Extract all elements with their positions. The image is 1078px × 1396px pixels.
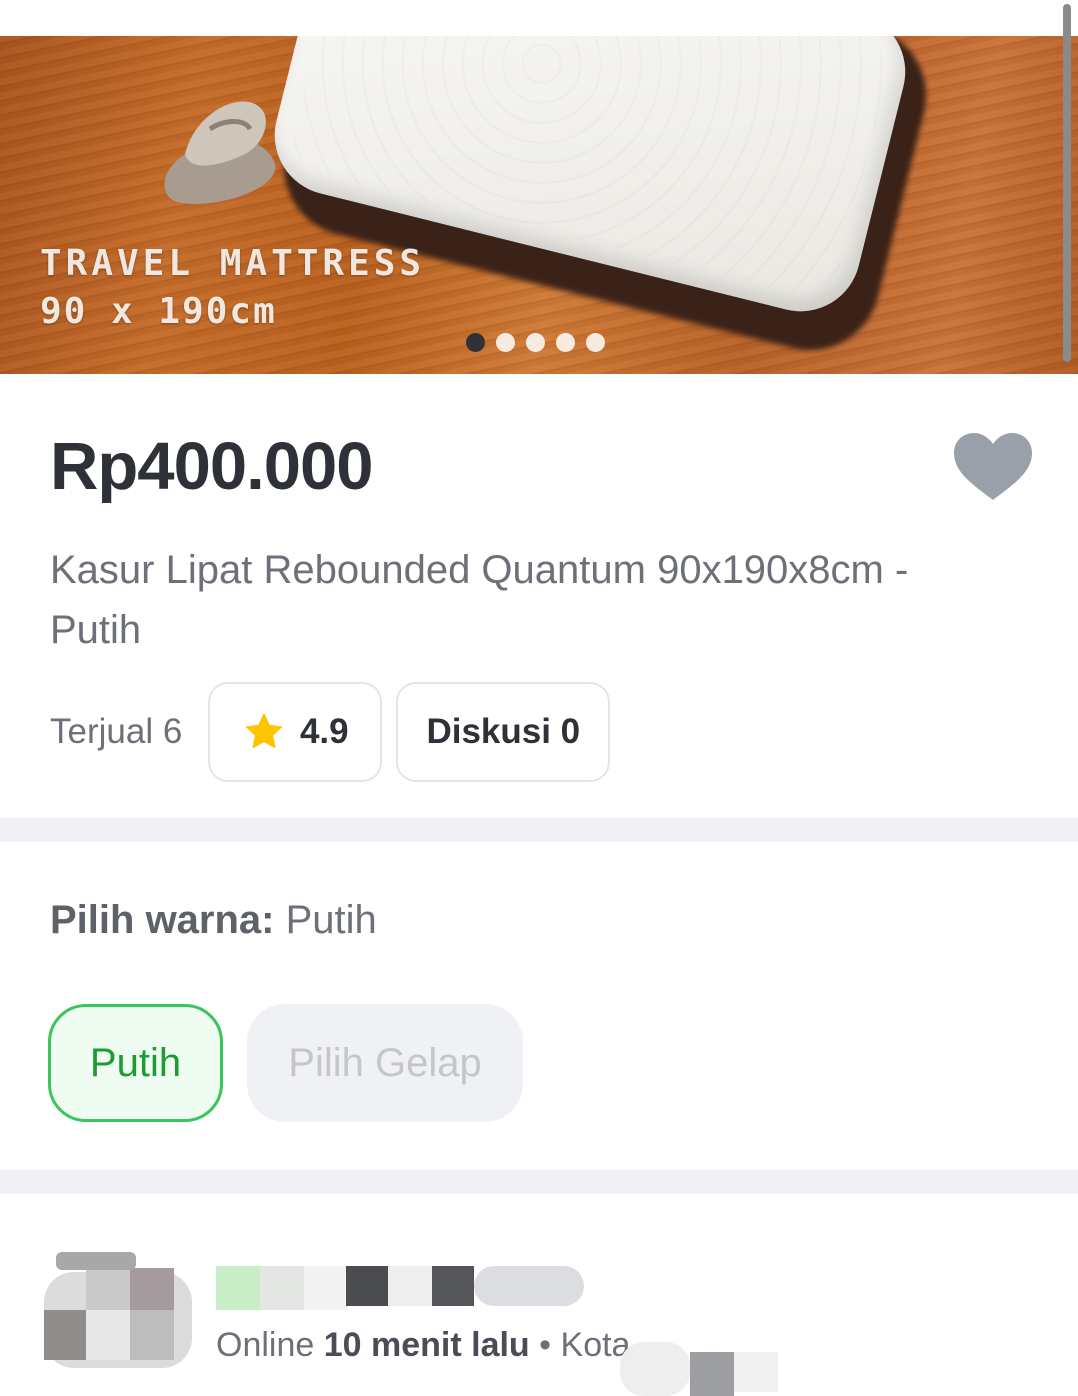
hero-caption-line2: 90 x 190cm [40, 291, 277, 332]
discussion-chip[interactable]: Diskusi 0 [396, 682, 611, 782]
product-stats: Terjual 6 4.9 Diskusi 0 [50, 682, 611, 782]
variant-label-title: Pilih warna: [50, 898, 275, 942]
shop-online-time: 10 menit lalu [323, 1326, 530, 1364]
heart-icon[interactable] [952, 432, 1034, 502]
discussion-label: Diskusi 0 [426, 712, 581, 751]
shop-location-redacted [620, 1342, 778, 1396]
product-price: Rp400.000 [50, 429, 373, 504]
product-title: Kasur Lipat Rebounded Quantum 90x190x8cm… [50, 548, 909, 652]
variant-selected-value: Putih [285, 898, 377, 942]
section-divider [0, 818, 1078, 842]
product-image-carousel[interactable]: TRAVEL MATTRESS 90 x 190cm [0, 36, 1078, 374]
carousel-dots [466, 333, 605, 352]
section-divider [0, 1170, 1078, 1194]
variant-label: Pilih warna: Putih [50, 898, 377, 943]
carousel-dot-3[interactable] [526, 333, 545, 352]
shop-status: Online 10 menit lalu • Kota [216, 1326, 630, 1365]
carousel-dot-2[interactable] [496, 333, 515, 352]
variant-option-pilih-gelap[interactable]: Pilih Gelap [247, 1004, 523, 1122]
slippers-image [164, 101, 276, 204]
shop-online-label: Online [216, 1326, 315, 1364]
carousel-dot-5[interactable] [586, 333, 605, 352]
variant-option-putih[interactable]: Putih [48, 1004, 223, 1122]
star-icon [245, 712, 283, 749]
sold-count: Terjual 6 [50, 712, 183, 751]
shop-name-redacted[interactable] [216, 1266, 586, 1310]
rating-chip[interactable]: 4.9 [208, 682, 383, 782]
hero-caption-line1: TRAVEL MATTRESS [40, 243, 426, 284]
product-page: TRAVEL MATTRESS 90 x 190cm Rp400.000 Kas… [0, 0, 1078, 1396]
status-separator: • [539, 1326, 552, 1364]
hero-caption: TRAVEL MATTRESS 90 x 190cm [40, 240, 425, 336]
shop-avatar[interactable] [44, 1252, 192, 1370]
carousel-dot-4[interactable] [556, 333, 575, 352]
rating-value: 4.9 [299, 712, 349, 751]
carousel-dot-1[interactable] [466, 333, 485, 352]
scrollbar[interactable] [1063, 4, 1071, 362]
